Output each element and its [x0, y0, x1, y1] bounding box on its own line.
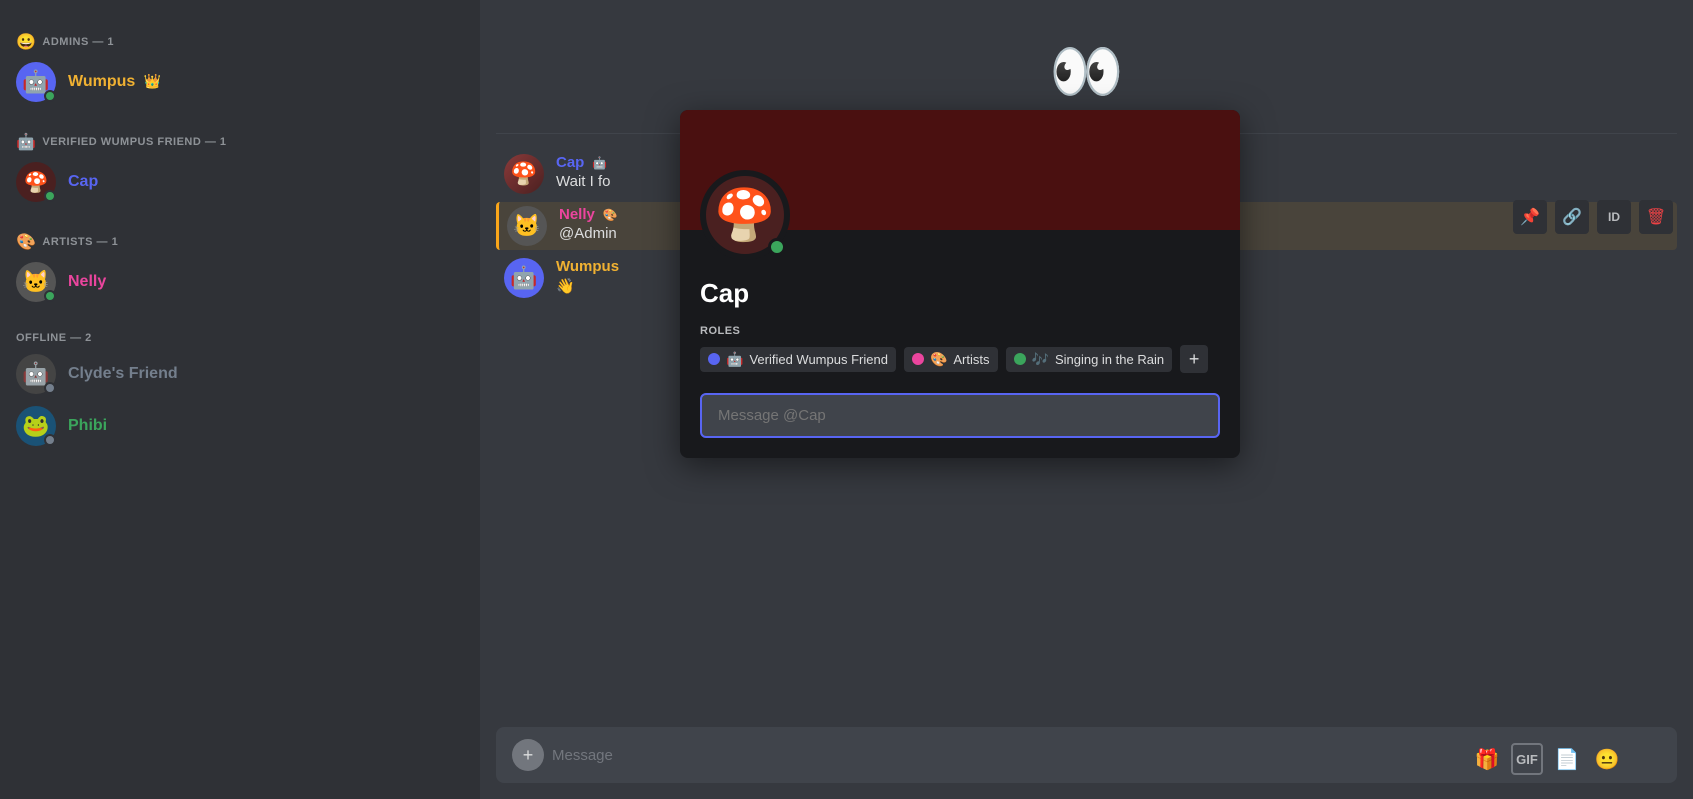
add-role-icon: + — [1189, 349, 1200, 370]
wumpus-avatar-wrap: 🤖 — [16, 62, 56, 102]
gif-button[interactable]: GIF — [1511, 743, 1543, 775]
cap-name: Cap — [68, 173, 98, 191]
popup-banner: 🍄 — [680, 110, 1240, 230]
role-artists-icon: 🎨 — [930, 351, 947, 368]
link-icon[interactable]: 🔗 — [1555, 200, 1589, 234]
msg-wumpus-username: Wumpus — [556, 258, 619, 275]
role-artists[interactable]: 🎨 Artists — [904, 347, 998, 372]
wumpus-status-dot — [44, 90, 56, 102]
msg-cap-avatar: 🍄 — [504, 154, 544, 194]
role-artists-dot — [912, 353, 924, 365]
chat-top-decoration: 👀 — [496, 16, 1677, 117]
member-clydes-friend[interactable]: 🤖 Clyde's Friend — [8, 348, 472, 400]
verified-label: VERIFIED WUMPUS FRIEND — 1 — [42, 136, 226, 148]
phibi-name: Phibi — [68, 417, 107, 435]
popup-username: Cap — [700, 278, 1220, 309]
msg-cap-badge: 🤖 — [592, 156, 607, 170]
nelly-status-dot — [44, 290, 56, 302]
popup-message-input[interactable] — [700, 393, 1220, 438]
role-singing[interactable]: 🎶 Singing in the Rain — [1006, 347, 1173, 372]
role-verified-dot — [708, 353, 720, 365]
artists-section-header: 🎨 ARTISTS — 1 — [8, 224, 472, 256]
popup-body: Cap ROLES 🤖 Verified Wumpus Friend 🎨 Art… — [680, 230, 1240, 458]
msg-wumpus-avatar: 🤖 — [504, 258, 544, 298]
crown-icon: 👑 — [144, 73, 161, 89]
user-profile-popup: 🍄 Cap ROLES 🤖 Verified Wumpus Friend 🎨 — [680, 110, 1240, 458]
cap-status-dot — [44, 190, 56, 202]
gift-icon[interactable]: 🎁 — [1471, 743, 1503, 775]
artists-label: ARTISTS — 1 — [42, 236, 118, 248]
popup-roles-label: ROLES — [700, 325, 1220, 337]
phibi-avatar-wrap: 🐸 — [16, 406, 56, 446]
member-cap[interactable]: 🍄 Cap — [8, 156, 472, 208]
role-verified[interactable]: 🤖 Verified Wumpus Friend — [700, 347, 896, 372]
eyes-emoji: 👀 — [1049, 36, 1124, 107]
verified-section-header: 🤖 VERIFIED WUMPUS FRIEND — 1 — [8, 124, 472, 156]
msg-nelly-avatar: 🐱 — [507, 206, 547, 246]
popup-avatar-wrap: 🍄 — [700, 170, 790, 260]
cap-avatar-wrap: 🍄 — [16, 162, 56, 202]
role-verified-icon: 🤖 — [726, 351, 743, 368]
add-role-button[interactable]: + — [1180, 345, 1208, 373]
admins-section-header: 😀 ADMINS — 1 — [8, 24, 472, 56]
msg-cap-username: Cap — [556, 154, 584, 171]
clyde-name: Clyde's Friend — [68, 365, 178, 383]
members-sidebar: 😀 ADMINS — 1 🤖 Wumpus 👑 🤖 VERIFIED WUMPU… — [0, 0, 480, 799]
popup-action-icons: 📌 🔗 ID 🗑 — [1513, 200, 1673, 234]
member-nelly[interactable]: 🐱 Nelly — [8, 256, 472, 308]
msg-nelly-username: Nelly — [559, 206, 595, 223]
sticker-icon[interactable]: 📄 — [1551, 743, 1583, 775]
admins-label: ADMINS — 1 — [42, 36, 114, 48]
phibi-status-dot — [44, 434, 56, 446]
artists-icon: 🎨 — [16, 232, 36, 252]
member-wumpus[interactable]: 🤖 Wumpus 👑 — [8, 56, 472, 108]
nelly-avatar-wrap: 🐱 — [16, 262, 56, 302]
verified-icon: 🤖 — [16, 132, 36, 152]
role-artists-label: Artists — [953, 352, 989, 367]
msg-nelly-badge: 🎨 — [603, 208, 618, 222]
popup-roles-list: 🤖 Verified Wumpus Friend 🎨 Artists 🎶 Sin… — [700, 345, 1220, 373]
wumpus-name: Wumpus 👑 — [68, 73, 161, 91]
pin-icon[interactable]: 📌 — [1513, 200, 1547, 234]
offline-label: OFFLINE — 2 — [16, 332, 92, 344]
add-attachment-button[interactable]: + — [512, 739, 544, 771]
member-phibi[interactable]: 🐸 Phibi — [8, 400, 472, 452]
admins-icon: 😀 — [16, 32, 36, 52]
delete-icon[interactable]: 🗑 — [1639, 200, 1673, 234]
role-verified-label: Verified Wumpus Friend — [749, 352, 888, 367]
role-singing-icon: 🎶 — [1032, 351, 1049, 368]
nelly-name: Nelly — [68, 273, 106, 291]
bottom-right-icons: 🎁 GIF 📄 😐 — [1471, 743, 1623, 775]
id-button[interactable]: ID — [1597, 200, 1631, 234]
role-singing-label: Singing in the Rain — [1055, 352, 1164, 367]
chat-main: 👀 🍄 Cap 🤖 Wait I fo 🐱 — [480, 0, 1693, 799]
emoji-icon[interactable]: 😐 — [1591, 743, 1623, 775]
popup-online-status — [768, 238, 786, 256]
offline-section-header: OFFLINE — 2 — [8, 324, 472, 348]
clyde-status-dot — [44, 382, 56, 394]
clyde-avatar-wrap: 🤖 — [16, 354, 56, 394]
role-singing-dot — [1014, 353, 1026, 365]
